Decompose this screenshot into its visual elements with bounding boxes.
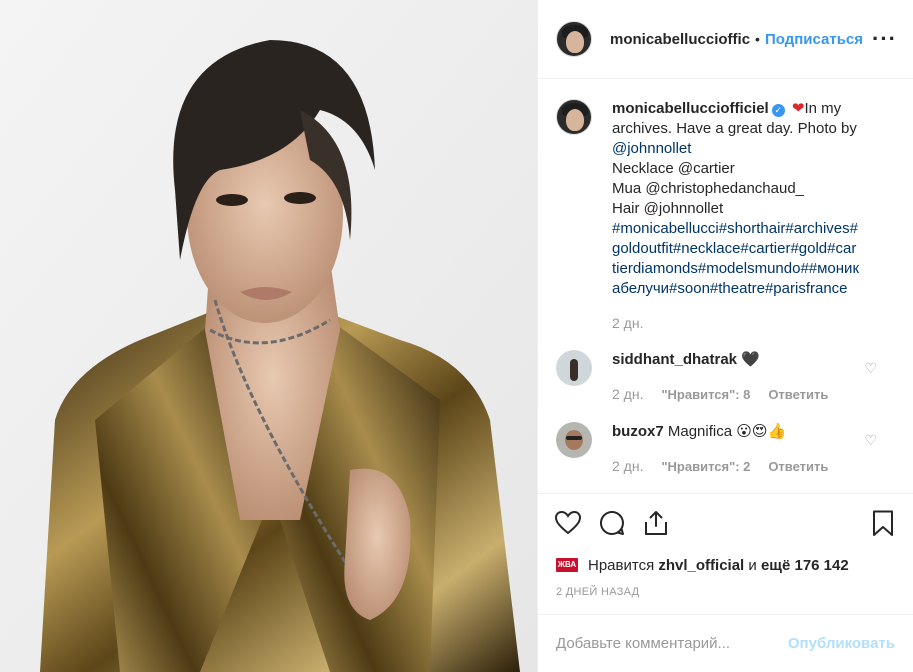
liker-username[interactable]: zhvl_official	[658, 557, 744, 574]
avatar-figure	[565, 430, 583, 450]
likes-prefix: Нравится	[588, 556, 655, 574]
comment-text: 🖤	[741, 351, 760, 368]
likes-and: и	[748, 556, 757, 574]
follow-button[interactable]: Подписаться	[765, 31, 863, 48]
comment-likes[interactable]: "Нравится": 2	[661, 459, 750, 474]
comment-body: siddhant_dhatrak 🖤 2 дн. "Нравится": 8 О…	[612, 350, 895, 405]
like-heart-icon[interactable]	[554, 509, 582, 537]
reply-button[interactable]: Ответить	[768, 387, 828, 402]
caption-line: In my	[804, 100, 842, 117]
caption-line: Necklace @cartier	[612, 160, 735, 177]
reply-button[interactable]: Ответить	[768, 459, 828, 474]
bookmark-icon[interactable]	[869, 509, 897, 537]
likes-count[interactable]: ещё 176 142	[761, 557, 849, 574]
caption-time: 2 дн.	[612, 315, 644, 331]
liker-avatar[interactable]: ЖВА	[556, 558, 578, 572]
comment-bubble-icon[interactable]	[598, 509, 626, 537]
caption-line: archives. Have a great day. Photo by	[612, 120, 857, 137]
caption-hashtags[interactable]: tierdiamonds#modelsmundo##моник	[612, 259, 895, 279]
add-comment-bar: Добавьте комментарий... Опубликовать	[538, 614, 913, 672]
verified-badge-icon: ✓	[771, 104, 785, 117]
caption-hashtags[interactable]: абелучи#soon#theatre#parisfrance	[612, 279, 895, 299]
post-photo[interactable]	[0, 0, 537, 672]
commenter-avatar[interactable]	[556, 350, 592, 386]
comment-like-heart-icon[interactable]: ♡	[864, 360, 877, 377]
commenter-avatar[interactable]	[556, 422, 592, 458]
post-date: 2 ДНЕЙ НАЗАД	[556, 586, 640, 598]
avatar-figure	[570, 359, 578, 381]
caption-username[interactable]: monicabellucciofficiel	[612, 100, 769, 117]
caption-body: monicabellucciofficiel ✓ ❤In my archives.…	[612, 99, 895, 333]
comment-meta: 2 дн. "Нравится": 2 Ответить	[612, 456, 895, 477]
comment-like-heart-icon[interactable]: ♡	[864, 432, 877, 449]
caption-mention[interactable]: @johnnollet	[612, 139, 895, 159]
instagram-post-modal: monicabelluccioffic • Подписаться ··· mo…	[0, 0, 913, 672]
caption-hashtags[interactable]: goldoutfit#necklace#cartier#gold#car	[612, 239, 895, 259]
author-avatar[interactable]	[556, 21, 592, 57]
publish-button[interactable]: Опубликовать	[788, 635, 895, 652]
avatar-face	[566, 109, 584, 131]
share-icon[interactable]	[642, 509, 670, 537]
comment-item: siddhant_dhatrak 🖤 2 дн. "Нравится": 8 О…	[556, 350, 895, 405]
caption-author-avatar[interactable]	[556, 99, 592, 135]
caption-hashtags[interactable]: #monicabellucci#shorthair#archives#	[612, 219, 895, 239]
comment-meta: 2 дн. "Нравится": 8 Ответить	[612, 384, 895, 405]
comment-body: buzox7 Magnifica 😮😍👍 2 дн. "Нравится": 2…	[612, 422, 895, 477]
caption-line: Mua @christophedanchaud_	[612, 180, 805, 197]
author-username[interactable]: monicabelluccioffic	[610, 31, 750, 48]
comment-likes[interactable]: "Нравится": 8	[661, 387, 750, 402]
comment-username[interactable]: buzox7	[612, 423, 664, 440]
post-header: monicabelluccioffic • Подписаться ···	[538, 0, 913, 79]
avatar-face	[566, 31, 584, 53]
comment-username[interactable]: siddhant_dhatrak	[612, 351, 737, 368]
action-bar	[538, 493, 913, 551]
comments-list[interactable]: monicabellucciofficiel ✓ ❤In my archives.…	[538, 79, 913, 493]
comment-time: 2 дн.	[612, 386, 644, 402]
likes-summary: ЖВА Нравится zhvl_official и ещё 176 142	[538, 551, 913, 577]
separator-dot: •	[755, 31, 760, 47]
more-options-icon[interactable]: ···	[872, 28, 897, 50]
caption-row: monicabellucciofficiel ✓ ❤In my archives.…	[556, 99, 895, 333]
red-heart-emoji: ❤	[791, 100, 805, 117]
caption-line: Hair @johnnollet	[612, 200, 724, 217]
caption-meta: 2 дн.	[612, 313, 895, 333]
comment-item: buzox7 Magnifica 😮😍👍 2 дн. "Нравится": 2…	[556, 422, 895, 477]
comment-input[interactable]: Добавьте комментарий...	[556, 635, 788, 652]
photo-illustration	[0, 0, 537, 672]
comment-text: Magnifica 😮😍👍	[667, 423, 787, 440]
avatar-glasses	[566, 436, 582, 440]
comment-time: 2 дн.	[612, 458, 644, 474]
post-side-panel: monicabelluccioffic • Подписаться ··· mo…	[537, 0, 913, 672]
